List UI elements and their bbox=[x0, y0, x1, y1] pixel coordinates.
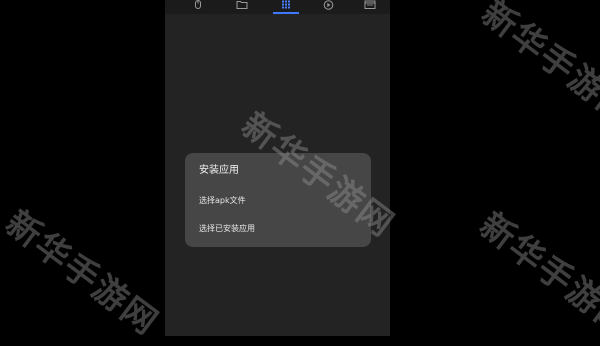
tab-apps[interactable] bbox=[273, 0, 299, 14]
dialog-title: 安装应用 bbox=[199, 165, 239, 176]
tab-window[interactable] bbox=[357, 0, 383, 14]
watermark-logo: 新华手游网 bbox=[0, 203, 166, 344]
top-tab-bar bbox=[165, 0, 390, 14]
tab-mouse[interactable] bbox=[185, 0, 211, 14]
watermark-logo: 新华手游网 bbox=[473, 0, 600, 134]
tab-play[interactable] bbox=[315, 0, 341, 14]
mouse-icon bbox=[195, 0, 201, 9]
option-select-apk-file[interactable]: 选择apk文件 bbox=[199, 194, 246, 208]
window-icon bbox=[364, 0, 376, 9]
folder-icon bbox=[236, 1, 248, 9]
watermark-logo: 新华手游网 bbox=[471, 205, 600, 346]
active-tab-indicator bbox=[273, 12, 299, 14]
play-icon bbox=[323, 0, 333, 10]
apps-grid-icon bbox=[282, 0, 290, 9]
option-select-installed-app[interactable]: 选择已安装应用 bbox=[199, 222, 255, 236]
tab-folder[interactable] bbox=[229, 0, 255, 14]
